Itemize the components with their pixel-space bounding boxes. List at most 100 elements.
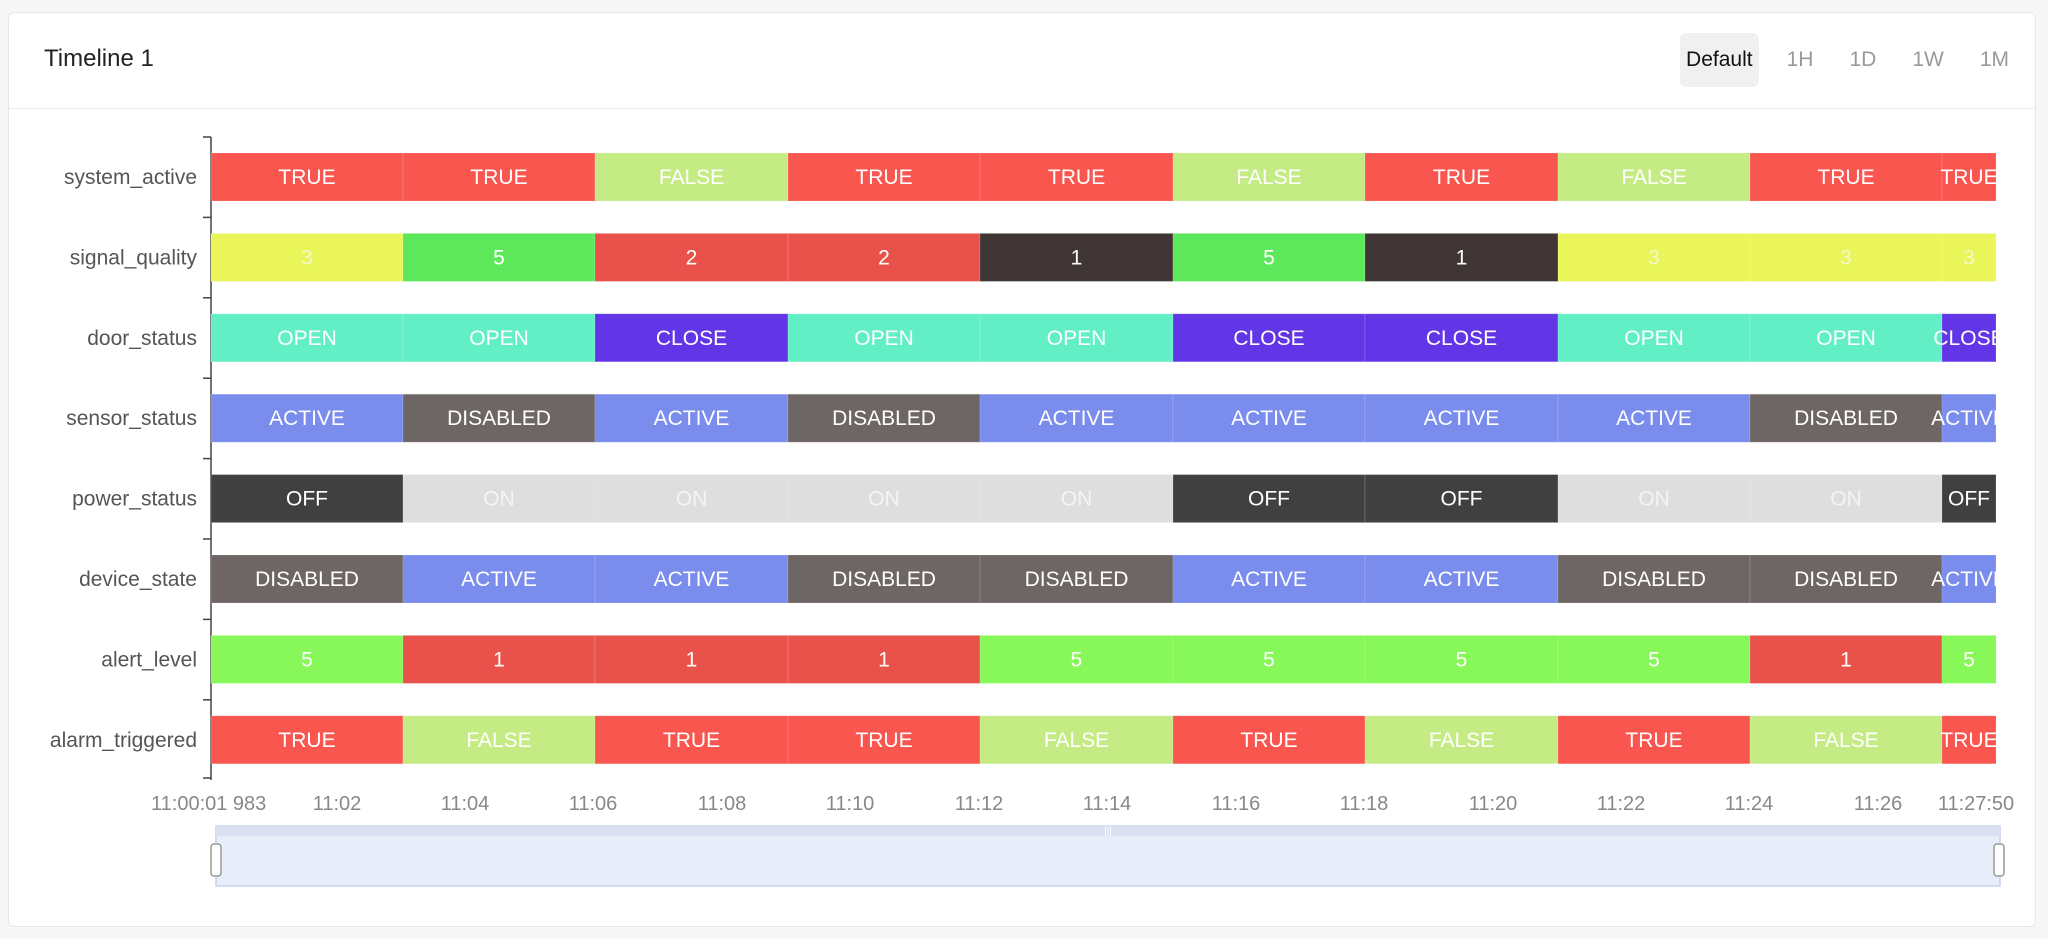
x-tick-label: 11:08 — [698, 793, 747, 815]
range-slider-right-handle[interactable] — [1993, 843, 2005, 877]
segment-label: CLOSE — [1233, 327, 1304, 350]
segment-label: 5 — [1263, 246, 1275, 269]
segment-label: 5 — [301, 648, 313, 671]
x-tick-label: 11:14 — [1083, 793, 1132, 815]
segment-label: ON — [868, 488, 900, 511]
row-label-device-state: device_state — [79, 568, 197, 591]
row-label-door-status: door_status — [87, 327, 197, 350]
segment-label: DISABLED — [1794, 568, 1898, 591]
segment-label: 2 — [878, 246, 890, 269]
segment-label: TRUE — [1240, 729, 1297, 752]
segment-label: TRUE — [278, 729, 335, 752]
segment-label: DISABLED — [1025, 568, 1129, 591]
segment-label: OPEN — [854, 327, 914, 350]
segment-label: TRUE — [1433, 166, 1490, 189]
row-label-alert-level: alert_level — [101, 648, 197, 671]
segment-label: FALSE — [1044, 729, 1109, 752]
segment-label: 3 — [1963, 246, 1975, 269]
segment-label: 3 — [1648, 246, 1660, 269]
segment-label: 1 — [1840, 648, 1852, 671]
segment-label: OPEN — [1624, 327, 1684, 350]
segment-label: 5 — [493, 246, 505, 269]
segment-label: DISABLED — [447, 407, 551, 430]
segment-label: 3 — [301, 246, 313, 269]
segment-label: DISABLED — [255, 568, 359, 591]
segment-label: OPEN — [469, 327, 529, 350]
segment-label: 5 — [1963, 648, 1975, 671]
segment-label: CLOSE — [656, 327, 727, 350]
segment-label: ACTIVE — [654, 407, 730, 430]
x-tick-label: 11:06 — [569, 793, 618, 815]
row-label-alarm-triggered: alarm_triggered — [50, 729, 197, 752]
x-tick-label: 11:16 — [1212, 793, 1261, 815]
segment-label: TRUE — [1048, 166, 1105, 189]
segment-label: 5 — [1263, 648, 1275, 671]
segment-label: FALSE — [1813, 729, 1878, 752]
x-tick-label: 11:24 — [1725, 793, 1774, 815]
segment-label: OFF — [286, 488, 328, 511]
segment-label: ACTIVE — [654, 568, 730, 591]
segment-label: OFF — [1248, 488, 1290, 511]
segment-label: DISABLED — [832, 568, 936, 591]
segment-label: 1 — [1071, 246, 1083, 269]
timeline-chart: system_active TRUE TRUE FALSE TRUE TRUE FALSE T… — [50, 136, 2014, 887]
range-slider-left-handle[interactable] — [210, 843, 222, 877]
segment-label: OPEN — [277, 327, 337, 350]
segment-label: ACTIVE — [1616, 407, 1692, 430]
segment-label: OPEN — [1047, 327, 1107, 350]
x-tick-label: 11:04 — [441, 793, 490, 815]
x-tick-label: 11:20 — [1469, 793, 1518, 815]
segment-label: TRUE — [1625, 729, 1682, 752]
segment-label: ACTIVE — [1231, 407, 1307, 430]
segment-label: 1 — [686, 648, 698, 671]
row-label-power-status: power_status — [72, 488, 197, 511]
segment-label: ACTIVE — [1931, 568, 2007, 591]
segment-label: FALSE — [1236, 166, 1301, 189]
x-tick-label: 11:02 — [313, 793, 362, 815]
segment-label: TRUE — [470, 166, 527, 189]
segment-label: FALSE — [1429, 729, 1494, 752]
segment-label: ON — [676, 488, 708, 511]
range-slider-grip-icon: ||| — [1104, 826, 1112, 837]
segment-label: TRUE — [855, 729, 912, 752]
x-tick-label: 11:10 — [826, 793, 875, 815]
segment-label: ACTIVE — [1039, 407, 1115, 430]
row-label-system-active: system_active — [64, 166, 197, 189]
segment-label: 1 — [878, 648, 890, 671]
x-tick-label: 11:27:50 — [1938, 793, 2014, 815]
segment-label: TRUE — [1817, 166, 1874, 189]
segment-label: ON — [1061, 488, 1093, 511]
segment-label: FALSE — [659, 166, 724, 189]
segment-label: FALSE — [1621, 166, 1686, 189]
segment-label: 5 — [1071, 648, 1083, 671]
segment-label: ON — [1830, 488, 1862, 511]
segment-label: 1 — [493, 648, 505, 671]
segment-label: TRUE — [855, 166, 912, 189]
segment-label: ACTIVE — [1424, 407, 1500, 430]
segment-label: DISABLED — [832, 407, 936, 430]
segment-label: DISABLED — [1602, 568, 1706, 591]
segment-label: DISABLED — [1794, 407, 1898, 430]
segment-label: TRUE — [663, 729, 720, 752]
x-tick-label: 11:18 — [1340, 793, 1389, 815]
segment-label: 3 — [1840, 246, 1852, 269]
x-tick-label: 11:12 — [955, 793, 1004, 815]
segment-label: TRUE — [1940, 729, 1997, 752]
x-tick-label: 11:22 — [1597, 793, 1646, 815]
segment-label: 5 — [1648, 648, 1660, 671]
segment-label: 2 — [686, 246, 698, 269]
segment-label: OFF — [1948, 488, 1990, 511]
segment-label: ACTIVE — [269, 407, 345, 430]
segment-label: ACTIVE — [1931, 407, 2007, 430]
segment-label: ACTIVE — [1231, 568, 1307, 591]
row-label-signal-quality: signal_quality — [70, 246, 198, 269]
segment-label: TRUE — [1940, 166, 1997, 189]
segment-label: ACTIVE — [461, 568, 537, 591]
x-tick-label: 11:26 — [1854, 793, 1903, 815]
segment-label: OPEN — [1816, 327, 1876, 350]
segment-label: CLOSE — [1426, 327, 1497, 350]
row-label-sensor-status: sensor_status — [66, 407, 197, 430]
segment-label: FALSE — [466, 729, 531, 752]
segment-label: ON — [1638, 488, 1670, 511]
segment-label: 1 — [1456, 246, 1468, 269]
